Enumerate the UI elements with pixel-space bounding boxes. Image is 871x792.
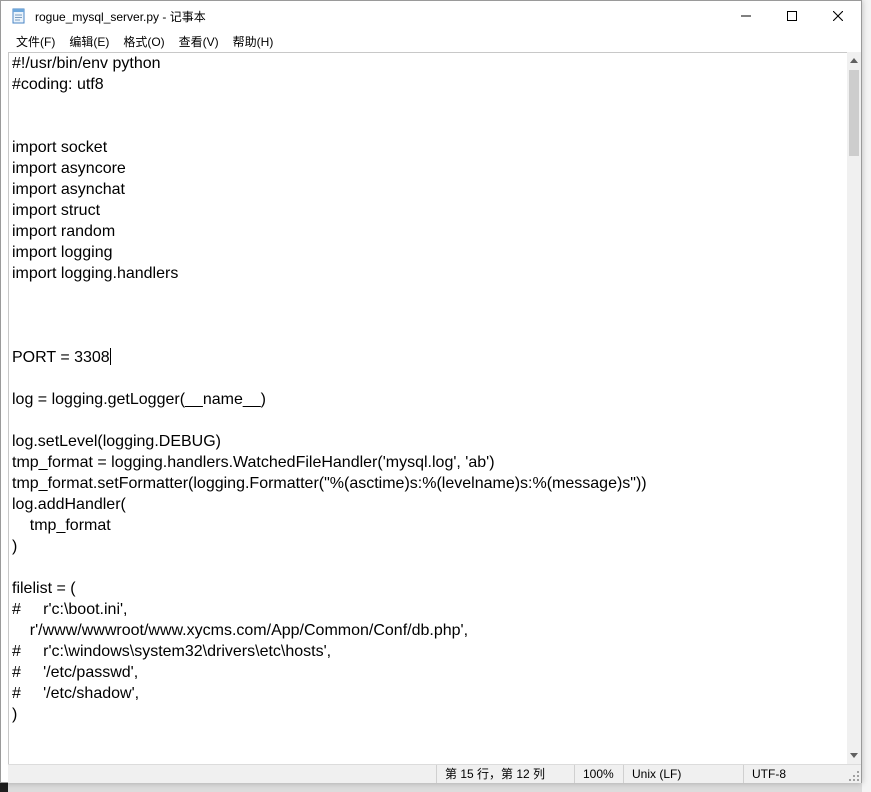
maximize-icon [787,11,797,21]
code-line: ) [12,706,18,723]
code-line: import logging [12,244,113,261]
code-line: # '/etc/shadow', [12,685,140,702]
code-line: import struct [12,202,101,219]
code-line: log.setLevel(logging.DEBUG) [12,433,221,450]
code-line: # '/etc/passwd', [12,664,139,681]
code-line: log = logging.getLogger(__name__) [12,391,266,408]
close-icon [833,11,843,21]
menu-bar: 文件(F) 编辑(E) 格式(O) 查看(V) 帮助(H) [1,31,861,51]
notepad-window: rogue_mysql_server.py - 记事本 文件(F) 编辑(E) … [0,0,862,783]
background-window-strip [862,0,871,792]
code-line: PORT = 3308 [12,348,111,366]
status-zoom: 100% [574,765,628,783]
vertical-scrollbar[interactable] [847,52,861,764]
code-line: tmp_format.setFormatter(logging.Formatte… [12,475,647,492]
menu-format[interactable]: 格式(O) [117,33,170,50]
code-line: import asyncore [12,160,126,177]
minimize-icon [741,15,751,17]
code-line: import asynchat [12,181,125,198]
window-title: rogue_mysql_server.py - 记事本 [35,9,206,24]
code-line: #coding: utf8 [12,76,104,93]
status-bar: 第 15 行，第 12 列 100% Unix (LF) UTF-8 [8,764,861,783]
title-bar[interactable]: rogue_mysql_server.py - 记事本 [1,1,861,31]
code-line: #!/usr/bin/env python [12,55,161,72]
code-line: filelist = ( [12,580,76,597]
menu-file[interactable]: 文件(F) [10,33,61,50]
window-controls [723,1,861,31]
scroll-down-icon[interactable] [847,747,861,764]
status-encoding: UTF-8 [743,765,842,783]
code-line: tmp_format [12,517,111,534]
text-editor-area[interactable]: #!/usr/bin/env python #coding: utf8 import… [8,52,848,765]
code-line: # r'c:\boot.ini', [12,601,128,618]
code-line: # r'c:\windows\system32\drivers\etc\host… [12,643,332,660]
scroll-up-icon[interactable] [847,52,861,69]
code-line: import random [12,223,116,240]
minimize-button[interactable] [723,1,769,31]
code-line: import logging.handlers [12,265,179,282]
code-line: ) [12,538,18,555]
close-button[interactable] [815,1,861,31]
code-line: log.addHandler( [12,496,126,513]
menu-edit[interactable]: 编辑(E) [63,33,115,50]
resize-grip-icon[interactable] [849,771,859,781]
status-line-ending: Unix (LF) [623,765,744,783]
code-line: tmp_format = logging.handlers.WatchedFil… [12,454,495,471]
scrollbar-thumb[interactable] [849,70,859,156]
code-line: import socket [12,139,108,156]
status-cursor-position: 第 15 行，第 12 列 [436,765,578,783]
menu-help[interactable]: 帮助(H) [227,33,280,50]
notepad-icon [11,8,27,24]
text-caret [109,348,111,365]
maximize-button[interactable] [769,1,815,31]
menu-view[interactable]: 查看(V) [173,33,225,50]
code-line: r'/www/wwwroot/www.xycms.com/App/Common/… [12,622,469,639]
